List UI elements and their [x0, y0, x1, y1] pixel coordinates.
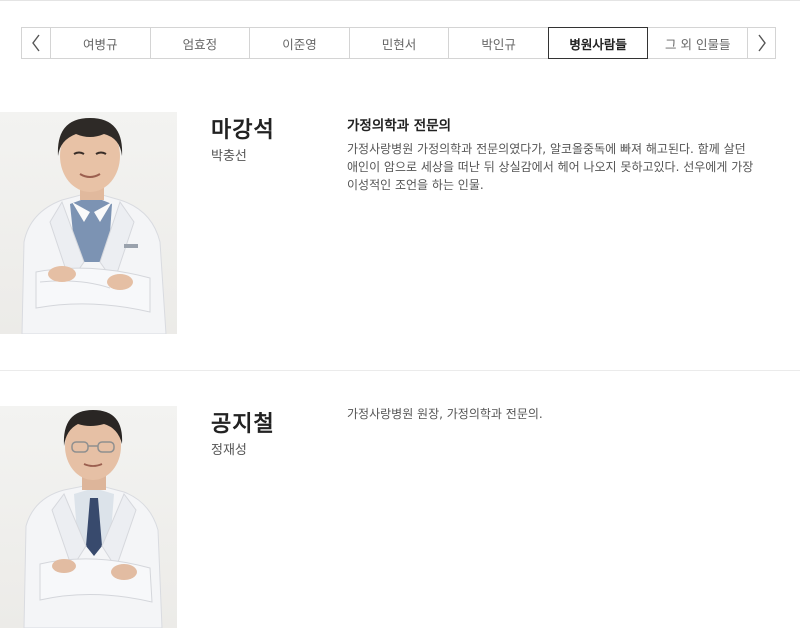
tab-other-characters[interactable]: 그 외 인물들	[648, 28, 747, 58]
character-tab-bar: 여병규 엄효정 이준영 민현서 박인규 병원사람들 그 외 인물들	[21, 27, 776, 59]
next-tab-button[interactable]	[747, 27, 776, 59]
character-name: 마강석	[211, 118, 275, 143]
chevron-left-icon	[32, 34, 40, 52]
tab-yeo-byeong-gyu[interactable]: 여병규	[50, 28, 150, 58]
tab-lee-jun-young[interactable]: 이준영	[249, 28, 349, 58]
prev-tab-button[interactable]	[21, 27, 50, 59]
top-divider	[0, 0, 800, 1]
tab-hospital-people[interactable]: 병원사람들	[547, 27, 649, 59]
character-photo	[0, 112, 177, 334]
tab-park-in-gyu[interactable]: 박인규	[448, 28, 548, 58]
tab-list: 여병규 엄효정 이준영 민현서 박인규 병원사람들 그 외 인물들	[50, 27, 747, 59]
actor-name: 정재성	[211, 443, 247, 458]
character-name: 공지철	[211, 412, 275, 437]
character-description: 가정사랑병원 가정의학과 전문의였다가, 알코올중독에 빠져 해고된다. 함께 …	[347, 142, 754, 192]
chevron-right-icon	[757, 34, 766, 52]
character-role: 가정의학과 전문의	[347, 118, 452, 134]
character-photo	[0, 406, 177, 628]
character-divider	[0, 370, 800, 371]
tab-min-hyeon-seo[interactable]: 민현서	[348, 28, 449, 58]
tab-eom-hyo-jeong[interactable]: 엄효정	[149, 28, 250, 58]
actor-name: 박충선	[211, 149, 247, 164]
character-description: 가정사랑병원 원장, 가정의학과 전문의.	[347, 407, 543, 421]
